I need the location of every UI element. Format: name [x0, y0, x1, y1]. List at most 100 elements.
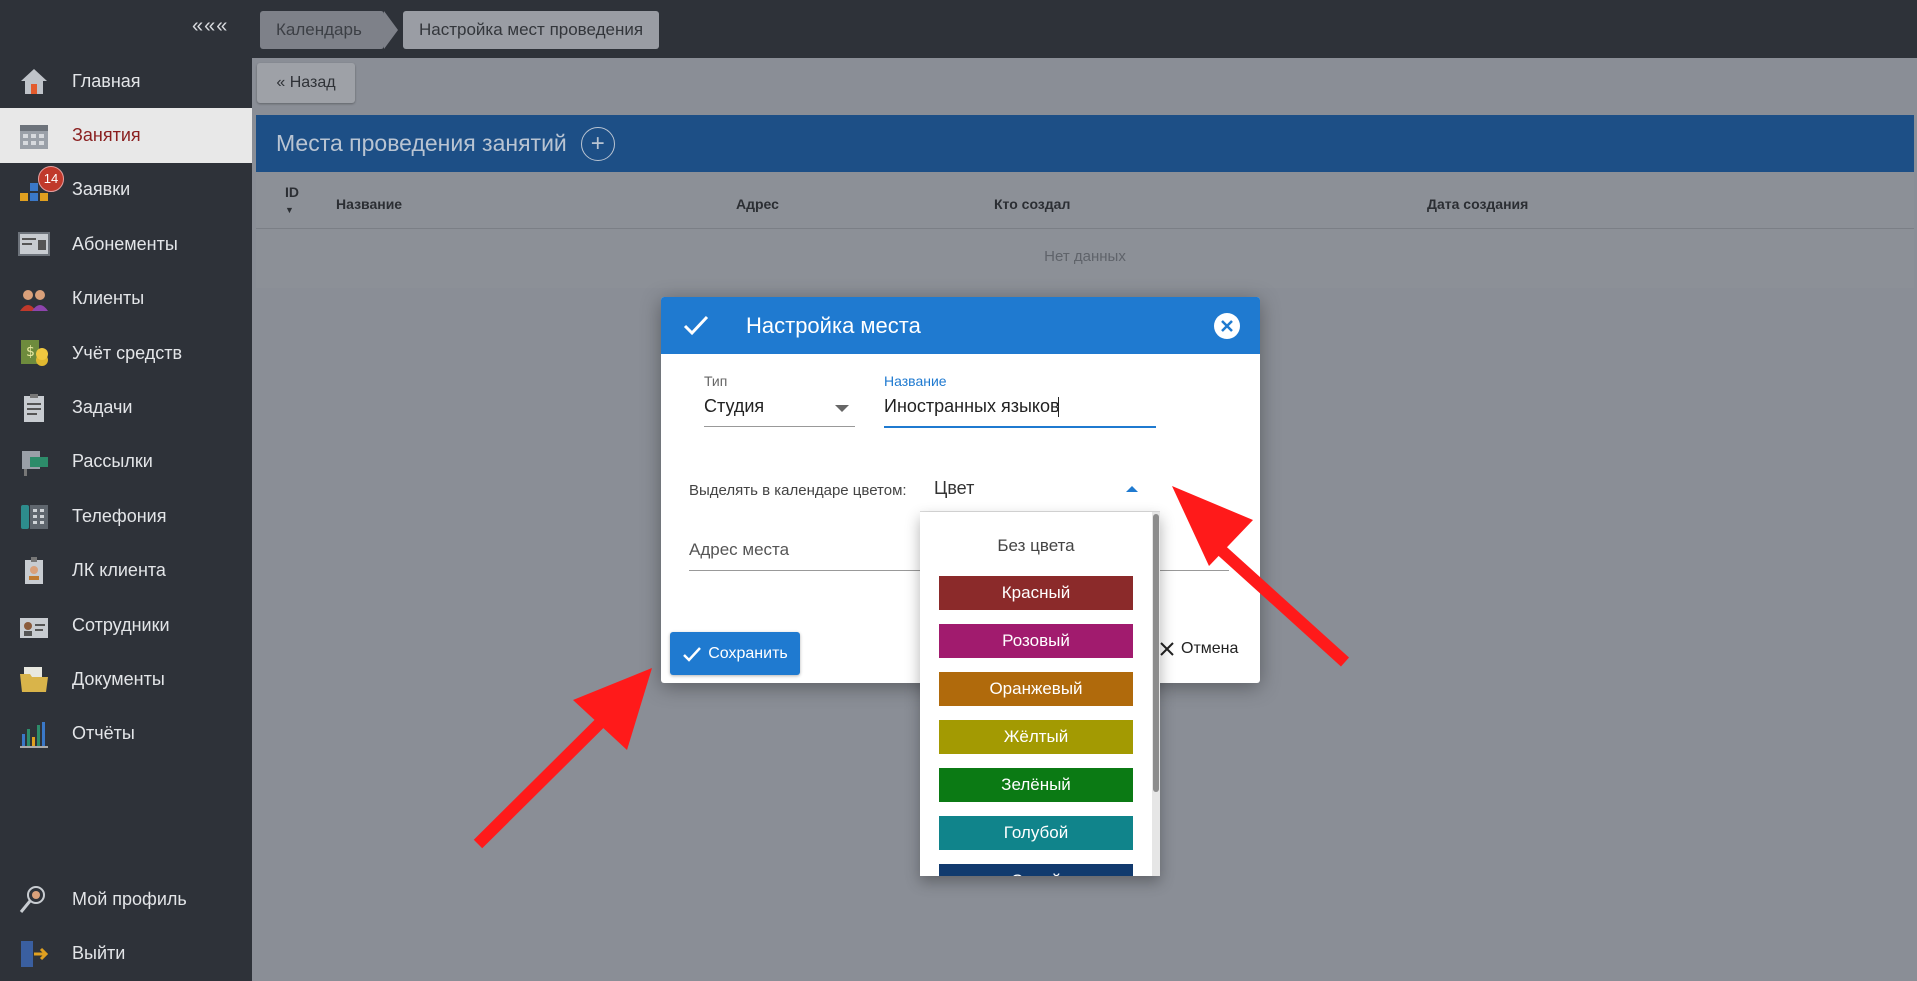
name-input[interactable]: Иностранных языков	[884, 396, 1060, 417]
sidebar-item-tasks[interactable]: Задачи	[0, 380, 252, 434]
clients-icon	[17, 283, 51, 315]
svg-text:$: $	[26, 344, 35, 360]
requests-count-badge: 14	[38, 165, 64, 192]
sidebar-item-label: Главная	[72, 70, 141, 91]
column-address[interactable]: Адрес	[736, 196, 779, 212]
empty-table-message: Нет данных	[1044, 248, 1126, 265]
color-option-yellow[interactable]: Жёлтый	[939, 720, 1133, 754]
column-created-by[interactable]: Кто создал	[994, 196, 1070, 212]
save-label: Сохранить	[708, 644, 788, 662]
add-venue-button[interactable]: +	[580, 126, 615, 161]
documents-icon	[17, 663, 51, 695]
check-icon	[683, 646, 702, 662]
sidebar-item-label: Документы	[72, 668, 165, 689]
close-icon	[1160, 642, 1174, 656]
mailing-icon	[17, 446, 51, 478]
type-underline	[704, 426, 855, 427]
color-option-blue[interactable]: Синий	[939, 864, 1133, 876]
scroll-thumb[interactable]	[1153, 514, 1159, 792]
sidebar-item-telephony[interactable]: Телефония	[0, 489, 252, 543]
color-option-pink[interactable]: Розовый	[939, 624, 1133, 658]
dropdown-scrollbar[interactable]	[1152, 512, 1160, 876]
sidebar-item-label: Заявки	[72, 179, 131, 200]
text-cursor	[1058, 397, 1059, 417]
sidebar-item-requests[interactable]: 14 Заявки	[0, 163, 252, 217]
type-select[interactable]: Студия	[704, 396, 764, 417]
name-label: Название	[884, 373, 947, 389]
sidebar-item-mailings[interactable]: Рассылки	[0, 435, 252, 489]
phone-icon	[17, 500, 51, 532]
name-underline	[884, 426, 1156, 428]
sidebar-nav: Главная Занятия 14 Заявки Абонементы Кли…	[0, 54, 252, 761]
venues-panel: Места проведения занятий + ID ▼ Название …	[256, 115, 1914, 288]
sidebar-item-staff[interactable]: Сотрудники	[0, 598, 252, 652]
plus-icon: +	[590, 129, 605, 157]
panel-title: Места проведения занятий	[276, 130, 567, 156]
address-input[interactable]: Адрес места	[689, 540, 789, 560]
sidebar-item-documents[interactable]: Документы	[0, 652, 252, 706]
close-icon[interactable]	[1214, 313, 1240, 339]
money-icon: $	[17, 337, 51, 369]
sidebar: ««« Главная Занятия 14 Заявки Абонементы…	[0, 0, 252, 981]
sidebar-item-finance[interactable]: $ Учёт средств	[0, 326, 252, 380]
arrow-to-save-button	[473, 668, 652, 849]
breadcrumb-calendar[interactable]: Календарь	[260, 11, 398, 49]
color-option-green[interactable]: Зелёный	[939, 768, 1133, 802]
tasks-icon	[17, 392, 51, 424]
sidebar-item-label: Учёт средств	[72, 342, 183, 363]
color-dropdown: Без цвета Красный Розовый Оранжевый Жёлт…	[920, 512, 1160, 876]
sidebar-bottom: Мой профиль Выйти	[0, 872, 252, 981]
sidebar-item-home[interactable]: Главная	[0, 54, 252, 108]
save-button[interactable]: Сохранить	[670, 632, 800, 675]
color-select[interactable]: Цвет	[920, 466, 1160, 512]
sidebar-item-label: Телефония	[72, 505, 167, 526]
color-option-orange[interactable]: Оранжевый	[939, 672, 1133, 706]
subscription-card-icon	[17, 228, 51, 260]
cancel-label: Отмена	[1181, 640, 1239, 657]
sidebar-item-subscriptions[interactable]: Абонементы	[0, 217, 252, 271]
sidebar-item-reports[interactable]: Отчёты	[0, 707, 252, 761]
color-select-value: Цвет	[934, 478, 975, 498]
sidebar-item-label: Задачи	[72, 397, 133, 418]
sidebar-item-label: Сотрудники	[72, 614, 170, 635]
reports-icon	[17, 718, 51, 750]
staff-icon	[17, 609, 51, 641]
calendar-icon	[17, 120, 51, 152]
color-option-red[interactable]: Красный	[939, 576, 1133, 610]
modal-header: Настройка места	[661, 297, 1260, 354]
sort-desc-icon: ▼	[285, 205, 294, 215]
top-bar: Календарь Настройка мест проведения	[252, 0, 1917, 58]
sidebar-item-label: Выйти	[72, 943, 126, 964]
sidebar-item-clients[interactable]: Клиенты	[0, 272, 252, 326]
back-button[interactable]: « Назад	[257, 63, 355, 103]
chevron-down-icon	[835, 405, 849, 412]
sidebar-item-label: Мой профиль	[72, 888, 187, 909]
sidebar-item-label: Абонементы	[72, 233, 178, 254]
logout-icon	[17, 938, 51, 970]
sidebar-item-client-account[interactable]: ЛК клиента	[0, 544, 252, 598]
collapse-sidebar-button[interactable]: «««	[192, 15, 228, 38]
requests-icon: 14	[17, 165, 64, 206]
sidebar-item-classes[interactable]: Занятия	[0, 108, 252, 163]
sidebar-item-profile[interactable]: Мой профиль	[0, 872, 252, 926]
column-id[interactable]: ID ▼	[285, 184, 299, 216]
sidebar-item-logout[interactable]: Выйти	[0, 926, 252, 980]
column-created-date[interactable]: Дата создания	[1427, 196, 1528, 212]
sidebar-item-label: Рассылки	[72, 451, 153, 472]
type-label: Тип	[704, 373, 728, 389]
panel-header: Места проведения занятий +	[256, 115, 1914, 172]
sidebar-item-label: Клиенты	[72, 288, 145, 309]
chevron-up-icon	[1126, 486, 1138, 492]
sidebar-item-label: ЛК клиента	[72, 560, 166, 581]
breadcrumb-current: Настройка мест проведения	[403, 11, 660, 49]
sidebar-item-label: Отчёты	[72, 723, 135, 744]
profile-icon	[17, 883, 51, 915]
column-name[interactable]: Название	[336, 196, 402, 212]
check-icon	[683, 313, 709, 343]
home-icon	[17, 65, 51, 97]
color-option-light-blue[interactable]: Голубой	[939, 816, 1133, 850]
cancel-button[interactable]: Отмена	[1159, 640, 1238, 658]
color-option-none[interactable]: Без цвета	[920, 536, 1152, 556]
modal-title: Настройка места	[746, 312, 921, 338]
table-header: ID ▼ Название Адрес Кто создал Дата созда…	[256, 172, 1914, 229]
